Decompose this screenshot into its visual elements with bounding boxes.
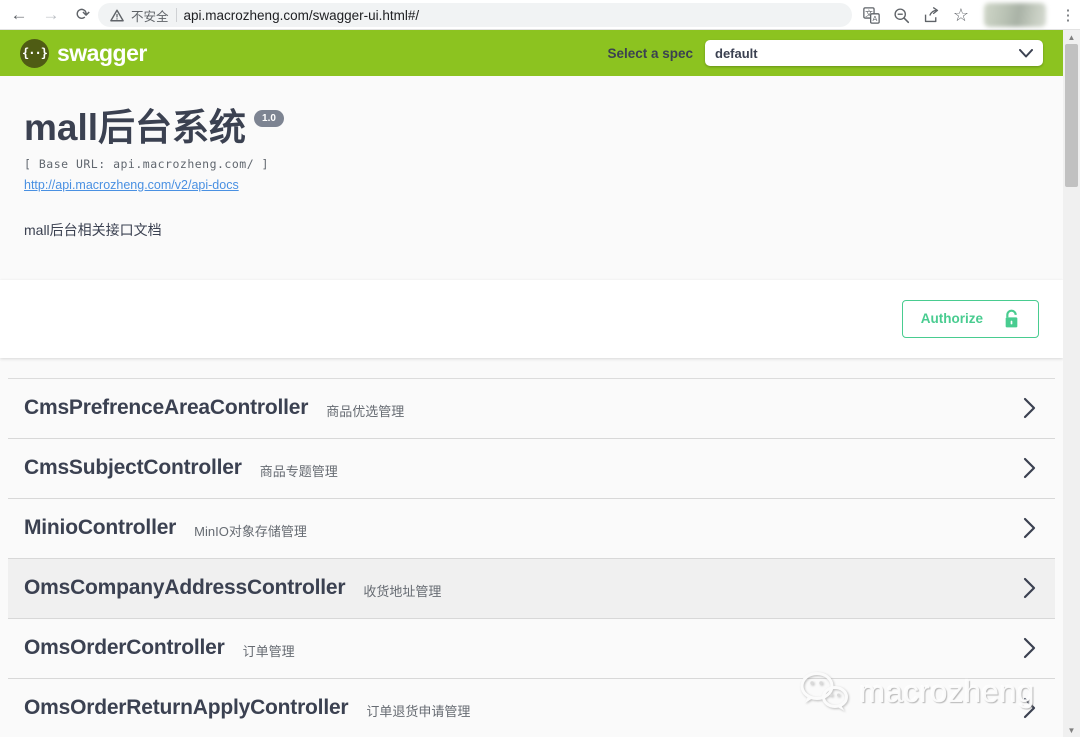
controller-name: CmsSubjectController — [24, 456, 242, 480]
refresh-icon[interactable]: ⟳ — [70, 0, 96, 30]
authorize-label: Authorize — [921, 311, 983, 326]
chevron-right-icon[interactable] — [1022, 517, 1037, 539]
forward-icon[interactable]: → — [38, 0, 64, 30]
controller-description: 订单退货申请管理 — [366, 701, 470, 720]
controller-row[interactable]: CmsSubjectController 商品专题管理 — [8, 439, 1055, 499]
authorize-button[interactable]: Authorize — [902, 300, 1039, 338]
scrollbar-down-icon[interactable]: ▼ — [1063, 723, 1080, 737]
swagger-brand-text: swagger — [57, 40, 147, 67]
base-url: [ Base URL: api.macrozheng.com/ ] — [24, 157, 1039, 171]
api-description: mall后台相关接口文档 — [24, 220, 1039, 240]
svg-text:A: A — [872, 14, 877, 23]
controller-description: 商品优选管理 — [326, 401, 404, 420]
chevron-right-icon[interactable] — [1022, 697, 1037, 719]
controller-name: MinioController — [24, 516, 176, 540]
controller-name: OmsOrderReturnApplyController — [24, 696, 348, 720]
browser-toolbar: ← → ⟳ 不安全 api.macrozheng.com/swagger-ui.… — [0, 0, 1080, 30]
controller-name: CmsPrefrenceAreaController — [24, 396, 308, 420]
page-scrollbar[interactable]: ▲ ▼ — [1063, 30, 1080, 737]
spec-select-dropdown[interactable]: default — [705, 40, 1043, 66]
scrollbar-thumb[interactable] — [1065, 44, 1078, 187]
swagger-page: {··} swagger Select a spec default mall后… — [0, 30, 1063, 737]
share-icon[interactable] — [918, 0, 944, 30]
spec-select-value: default — [715, 46, 758, 61]
chevron-right-icon[interactable] — [1022, 397, 1037, 419]
page-viewport: {··} swagger Select a spec default mall后… — [0, 30, 1080, 737]
unlock-icon — [1003, 309, 1020, 329]
address-bar[interactable]: 不安全 api.macrozheng.com/swagger-ui.html#/ — [98, 3, 852, 27]
back-icon[interactable]: ← — [6, 0, 32, 30]
api-docs-link[interactable]: http://api.macrozheng.com/v2/api-docs — [24, 178, 239, 192]
profile-avatar[interactable] — [984, 3, 1046, 27]
controller-description: 收货地址管理 — [363, 581, 441, 600]
controller-description: 订单管理 — [243, 641, 295, 660]
browser-menu-icon[interactable]: ⋮ — [1056, 0, 1080, 30]
chevron-right-icon[interactable] — [1022, 457, 1037, 479]
controller-description: MinIO对象存储管理 — [194, 521, 307, 540]
scheme-container: Authorize — [0, 280, 1063, 358]
omnibox-separator — [176, 8, 177, 22]
controller-row[interactable]: MinioController MinIO对象存储管理 — [8, 499, 1055, 559]
select-spec-label: Select a spec — [607, 46, 693, 61]
controller-description: 商品专题管理 — [260, 461, 338, 480]
ssl-warning-icon[interactable] — [110, 9, 124, 22]
chevron-right-icon[interactable] — [1022, 577, 1037, 599]
swagger-topbar: {··} swagger Select a spec default — [0, 30, 1063, 76]
page-title: mall后台系统 — [24, 108, 246, 149]
security-label: 不安全 — [131, 6, 169, 25]
tag-list: CmsPrefrenceAreaController 商品优选管理 CmsSub… — [8, 378, 1055, 737]
scrollbar-up-icon[interactable]: ▲ — [1063, 30, 1080, 44]
controller-name: OmsOrderController — [24, 636, 225, 660]
controller-row[interactable]: CmsPrefrenceAreaController 商品优选管理 — [8, 379, 1055, 439]
chevron-down-icon — [1019, 49, 1033, 58]
url-text[interactable]: api.macrozheng.com/swagger-ui.html#/ — [184, 8, 420, 23]
version-badge: 1.0 — [254, 110, 284, 127]
translate-icon[interactable]: 文 A — [858, 0, 884, 30]
swagger-logo: {··} swagger — [20, 39, 147, 68]
swagger-logo-icon: {··} — [20, 39, 49, 68]
zoom-out-icon[interactable] — [888, 0, 914, 30]
controller-name: OmsCompanyAddressController — [24, 576, 345, 600]
api-info-section: mall后台系统 1.0 [ Base URL: api.macrozheng.… — [0, 76, 1063, 262]
bookmark-star-icon[interactable]: ☆ — [948, 0, 974, 30]
chevron-right-icon[interactable] — [1022, 637, 1037, 659]
controller-row[interactable]: OmsOrderReturnApplyController 订单退货申请管理 — [8, 679, 1055, 737]
controller-row[interactable]: OmsOrderController 订单管理 — [8, 619, 1055, 679]
controller-row[interactable]: OmsCompanyAddressController 收货地址管理 — [8, 559, 1055, 619]
